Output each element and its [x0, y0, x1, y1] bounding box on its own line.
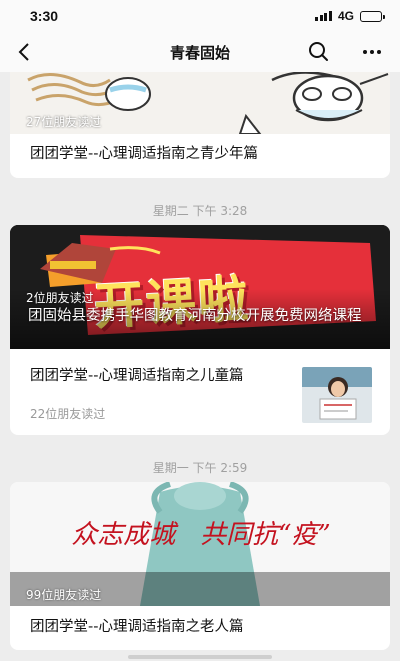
search-button[interactable] [306, 39, 332, 65]
article-group-card: 开课啦 2位朋友读过 团固始县委携手华图教育河南分校开展免费网络课程 团团学堂-… [10, 225, 390, 435]
chevron-left-icon [18, 43, 29, 61]
read-count-overlay: 27位朋友读过 [26, 115, 102, 129]
cover-slogan: 众志成城 共同抗“疫” [71, 520, 331, 550]
nav-bar: 青春固始 [0, 32, 400, 72]
article-card-teen[interactable]: 27位朋友读过 团团学堂--心理调适指南之青少年篇 [10, 72, 390, 178]
status-indicators: 4G [315, 9, 385, 23]
featured-article[interactable]: 开课啦 2位朋友读过 团固始县委携手华图教育河南分校开展免费网络课程 [10, 225, 390, 349]
featured-article-title: 团固始县委携手华图教育河南分校开展免费网络课程 [28, 308, 362, 324]
article-card-elderly[interactable]: 众志成城 共同抗“疫” 99位朋友读过 团团学堂--心理调适指南之老人篇 [10, 482, 390, 650]
message-timestamp: 星期一 下午 2:59 [152, 461, 248, 475]
home-indicator [128, 655, 272, 659]
article-item-child[interactable]: 团团学堂--心理调适指南之儿童篇 22位朋友读过 [10, 349, 390, 435]
article-thumbnail [302, 367, 372, 423]
more-button[interactable] [358, 39, 386, 65]
article-cover-image: 众志成城 共同抗“疫” 99位朋友读过 [10, 482, 390, 606]
read-count-overlay: 2位朋友读过 [26, 291, 94, 305]
status-time: 3:30 [30, 8, 59, 24]
read-count-overlay: 99位朋友读过 [26, 588, 102, 602]
article-title: 团团学堂--心理调适指南之老人篇 [30, 619, 244, 635]
search-icon [309, 42, 328, 61]
back-button[interactable] [10, 38, 38, 66]
network-label: 4G [337, 9, 354, 23]
article-title: 团团学堂--心理调适指南之青少年篇 [30, 146, 258, 162]
article-title: 团团学堂--心理调适指南之儿童篇 [30, 368, 244, 384]
battery-icon [360, 10, 385, 22]
message-timestamp: 星期二 下午 3:28 [152, 204, 248, 218]
status-bar: 3:30 4G [0, 0, 400, 32]
read-count: 22位朋友读过 [30, 407, 106, 421]
page-title: 青春固始 [169, 43, 230, 62]
more-icon [363, 50, 367, 54]
signal-icon [315, 11, 332, 21]
